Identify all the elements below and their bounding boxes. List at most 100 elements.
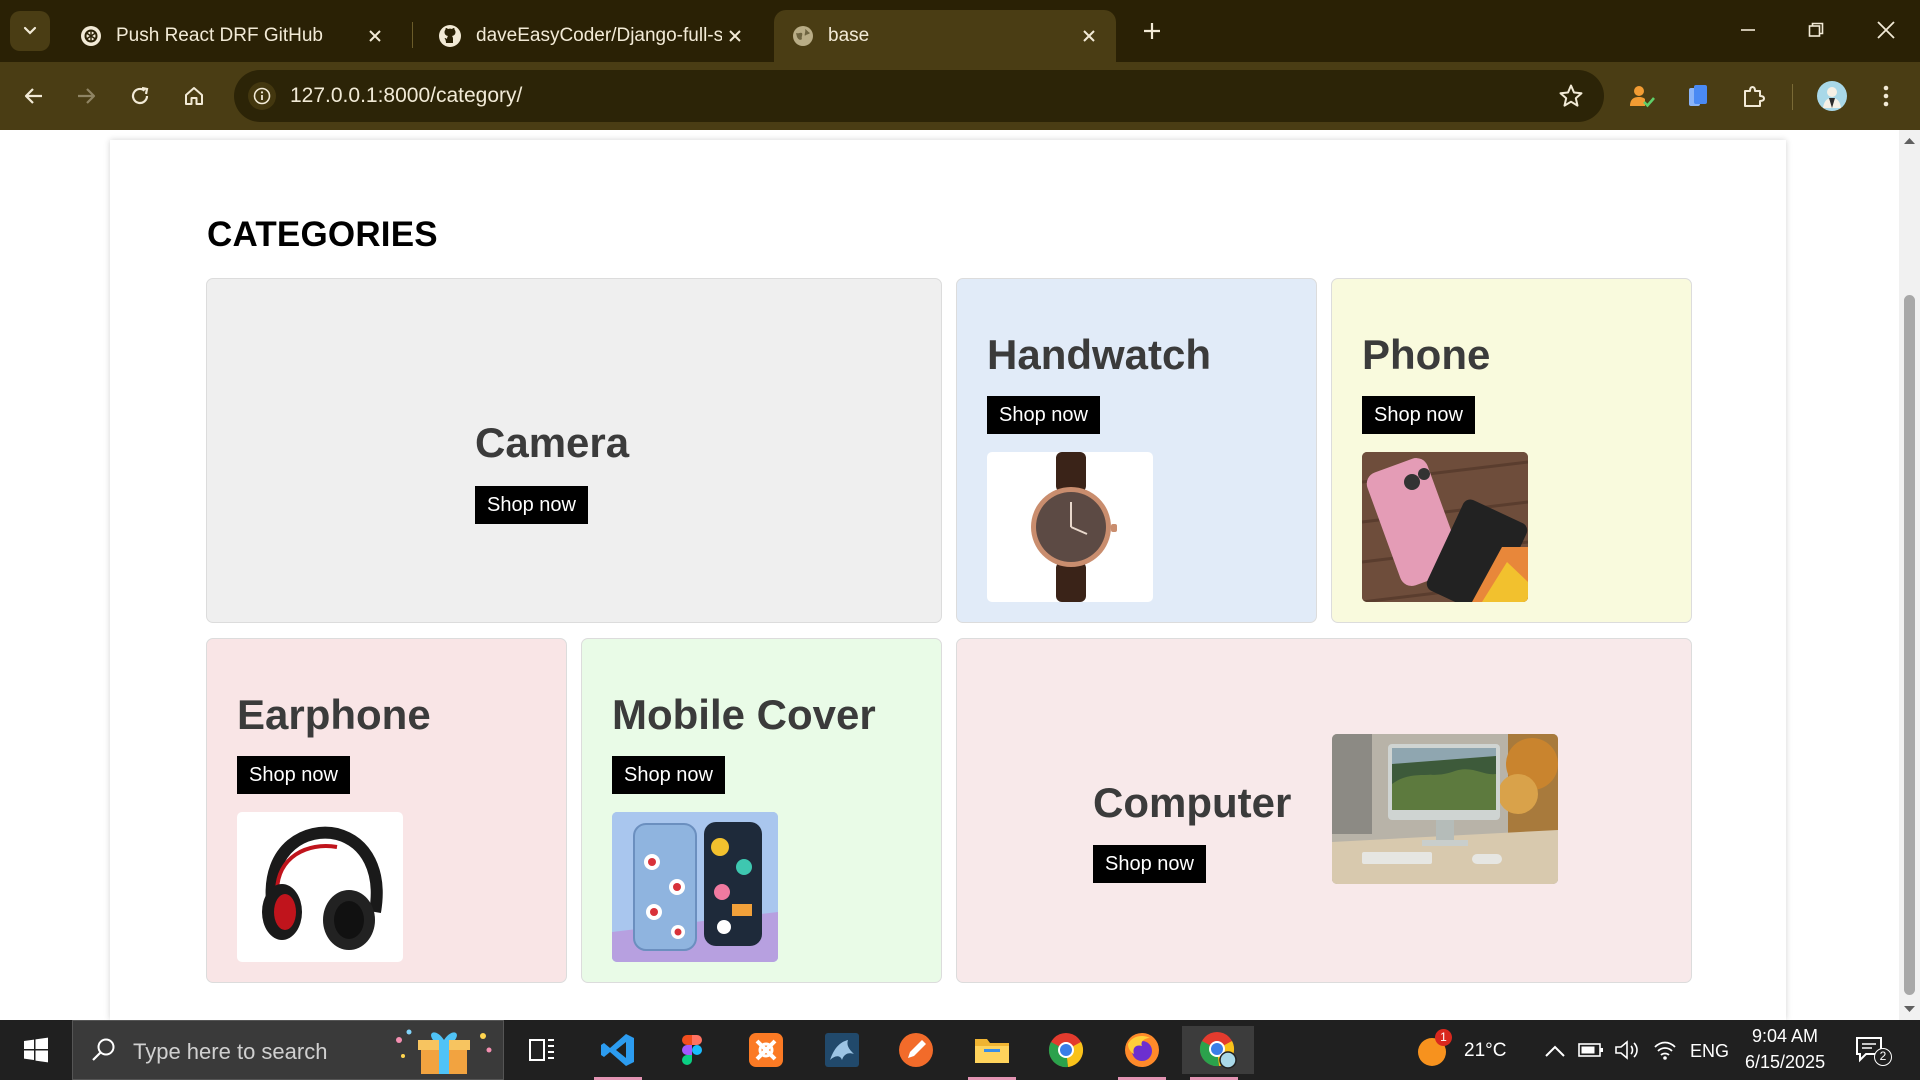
extensions-button[interactable] [1736,78,1772,114]
tab-close-button[interactable] [1076,23,1102,49]
gift-icon [396,1029,492,1074]
page-scrollbar[interactable] [1899,130,1920,1020]
tab-title: daveEasyCoder/Django-full-stack [476,25,722,46]
globe-icon [793,26,813,46]
category-name: Earphone [237,691,431,738]
taskbar-mysql-workbench[interactable] [810,1026,874,1074]
language-indicator[interactable]: ENG [1690,1041,1729,1062]
tab-close-button[interactable] [362,23,388,49]
shop-now-button[interactable]: Shop now [1362,396,1475,434]
mobile-cover-image [612,812,778,962]
mysql-icon [825,1033,859,1067]
document-icon [1689,85,1707,106]
scroll-down-icon[interactable] [1899,1002,1920,1016]
chrome-icon [1048,1033,1084,1068]
firefox-icon [1125,1033,1159,1067]
category-card-mobile-cover[interactable]: Mobile Cover Shop now [581,638,942,983]
windows-icon [24,1037,48,1063]
clock-date[interactable]: 6/15/2025 [1745,1052,1825,1073]
tab-push-react[interactable]: Push React DRF GitHub [62,10,402,62]
bookmark-button[interactable] [1558,83,1584,109]
taskbar-chrome[interactable] [1034,1026,1098,1074]
figma-icon [682,1035,702,1065]
reload-button[interactable] [120,76,160,116]
shop-now-button[interactable]: Shop now [237,756,350,794]
category-card-phone[interactable]: Phone Shop now [1331,278,1692,623]
home-icon [185,87,203,105]
taskbar-vscode[interactable] [586,1026,650,1080]
folder-icon [975,1039,1009,1063]
wifi-icon[interactable] [1652,1039,1678,1061]
restore-icon [1808,22,1824,37]
close-icon [1083,30,1095,42]
category-card-camera[interactable]: Camera Shop now [206,278,942,623]
github-icon [439,25,461,47]
forward-button[interactable] [66,76,106,116]
menu-button[interactable] [1868,78,1904,114]
scroll-thumb[interactable] [1904,295,1915,995]
home-button[interactable] [174,76,214,116]
shop-now-button[interactable]: Shop now [1093,845,1206,883]
profile-extension-button[interactable] [1624,78,1660,114]
start-button[interactable] [12,1030,60,1070]
arrow-right-icon [78,88,96,104]
tab-title: Push React DRF GitHub [116,25,323,46]
profile-avatar[interactable] [1814,78,1850,114]
task-view-icon [529,1039,554,1061]
avatar-icon [1817,81,1847,111]
shop-now-button[interactable]: Shop now [987,396,1100,434]
address-bar[interactable]: 127.0.0.1:8000/category/ [234,70,1604,122]
shop-now-button[interactable]: Shop now [612,756,725,794]
taskbar-pen-app[interactable] [884,1026,948,1074]
volume-icon[interactable] [1614,1039,1640,1061]
taskbar-chrome-profile[interactable] [1182,1026,1254,1080]
battery-icon[interactable] [1578,1042,1604,1058]
task-view-button[interactable] [510,1026,574,1074]
taskbar-xampp[interactable] [734,1026,798,1074]
taskbar-firefox[interactable] [1110,1026,1174,1080]
scroll-up-icon[interactable] [1899,134,1920,148]
tab-strip: Push React DRF GitHub daveEasyCoder/Djan… [0,0,1920,62]
xampp-icon [749,1033,783,1067]
vscode-icon [601,1034,634,1066]
category-name: Computer [1093,779,1292,826]
restore-button[interactable] [1788,10,1844,50]
category-card-earphone[interactable]: Earphone Shop now [206,638,567,983]
category-card-computer[interactable]: Computer Shop now [956,638,1692,983]
url-text[interactable]: 127.0.0.1:8000/category/ [290,84,522,108]
notifications-button[interactable]: 2 [1854,1034,1894,1070]
phone-image [1362,452,1528,602]
star-icon [1559,84,1583,107]
clock-time[interactable]: 9:04 AM [1752,1026,1818,1047]
new-tab-button[interactable] [1136,15,1168,47]
taskbar-file-explorer[interactable] [960,1026,1024,1080]
person-check-icon [1630,86,1655,108]
close-icon [1877,21,1895,39]
back-button[interactable] [14,76,54,116]
taskbar-search[interactable]: Type here to search [72,1020,504,1080]
tab-base[interactable]: base [774,10,1116,62]
shop-now-button[interactable]: Shop now [475,486,588,524]
chevron-up-icon[interactable] [1544,1044,1566,1058]
weather-temperature[interactable]: 21°C [1464,1040,1506,1062]
notification-count: 2 [1874,1048,1892,1066]
category-name: Handwatch [987,331,1212,378]
handwatch-image [987,452,1153,602]
close-icon [729,30,741,42]
tab-github[interactable]: daveEasyCoder/Django-full-stack [420,10,762,62]
browser-toolbar: 127.0.0.1:8000/category/ [0,62,1920,130]
category-card-handwatch[interactable]: Handwatch Shop now [956,278,1317,623]
weather-widget[interactable]: 1 [1414,1029,1452,1068]
minimize-button[interactable] [1720,10,1776,50]
site-info-button[interactable] [248,82,276,110]
taskbar: Type here to search 1 21°C ENG 9:04 AM 6… [0,1020,1920,1080]
close-window-button[interactable] [1858,10,1914,50]
search-placeholder: Type here to search [133,1039,328,1064]
tab-title: base [828,25,870,46]
category-name: Mobile Cover [612,691,876,738]
tab-search-button[interactable] [10,11,50,51]
docs-extension-button[interactable] [1680,78,1716,114]
tab-close-button[interactable] [722,23,748,49]
taskbar-figma[interactable] [660,1026,724,1074]
tab-separator [412,22,413,48]
